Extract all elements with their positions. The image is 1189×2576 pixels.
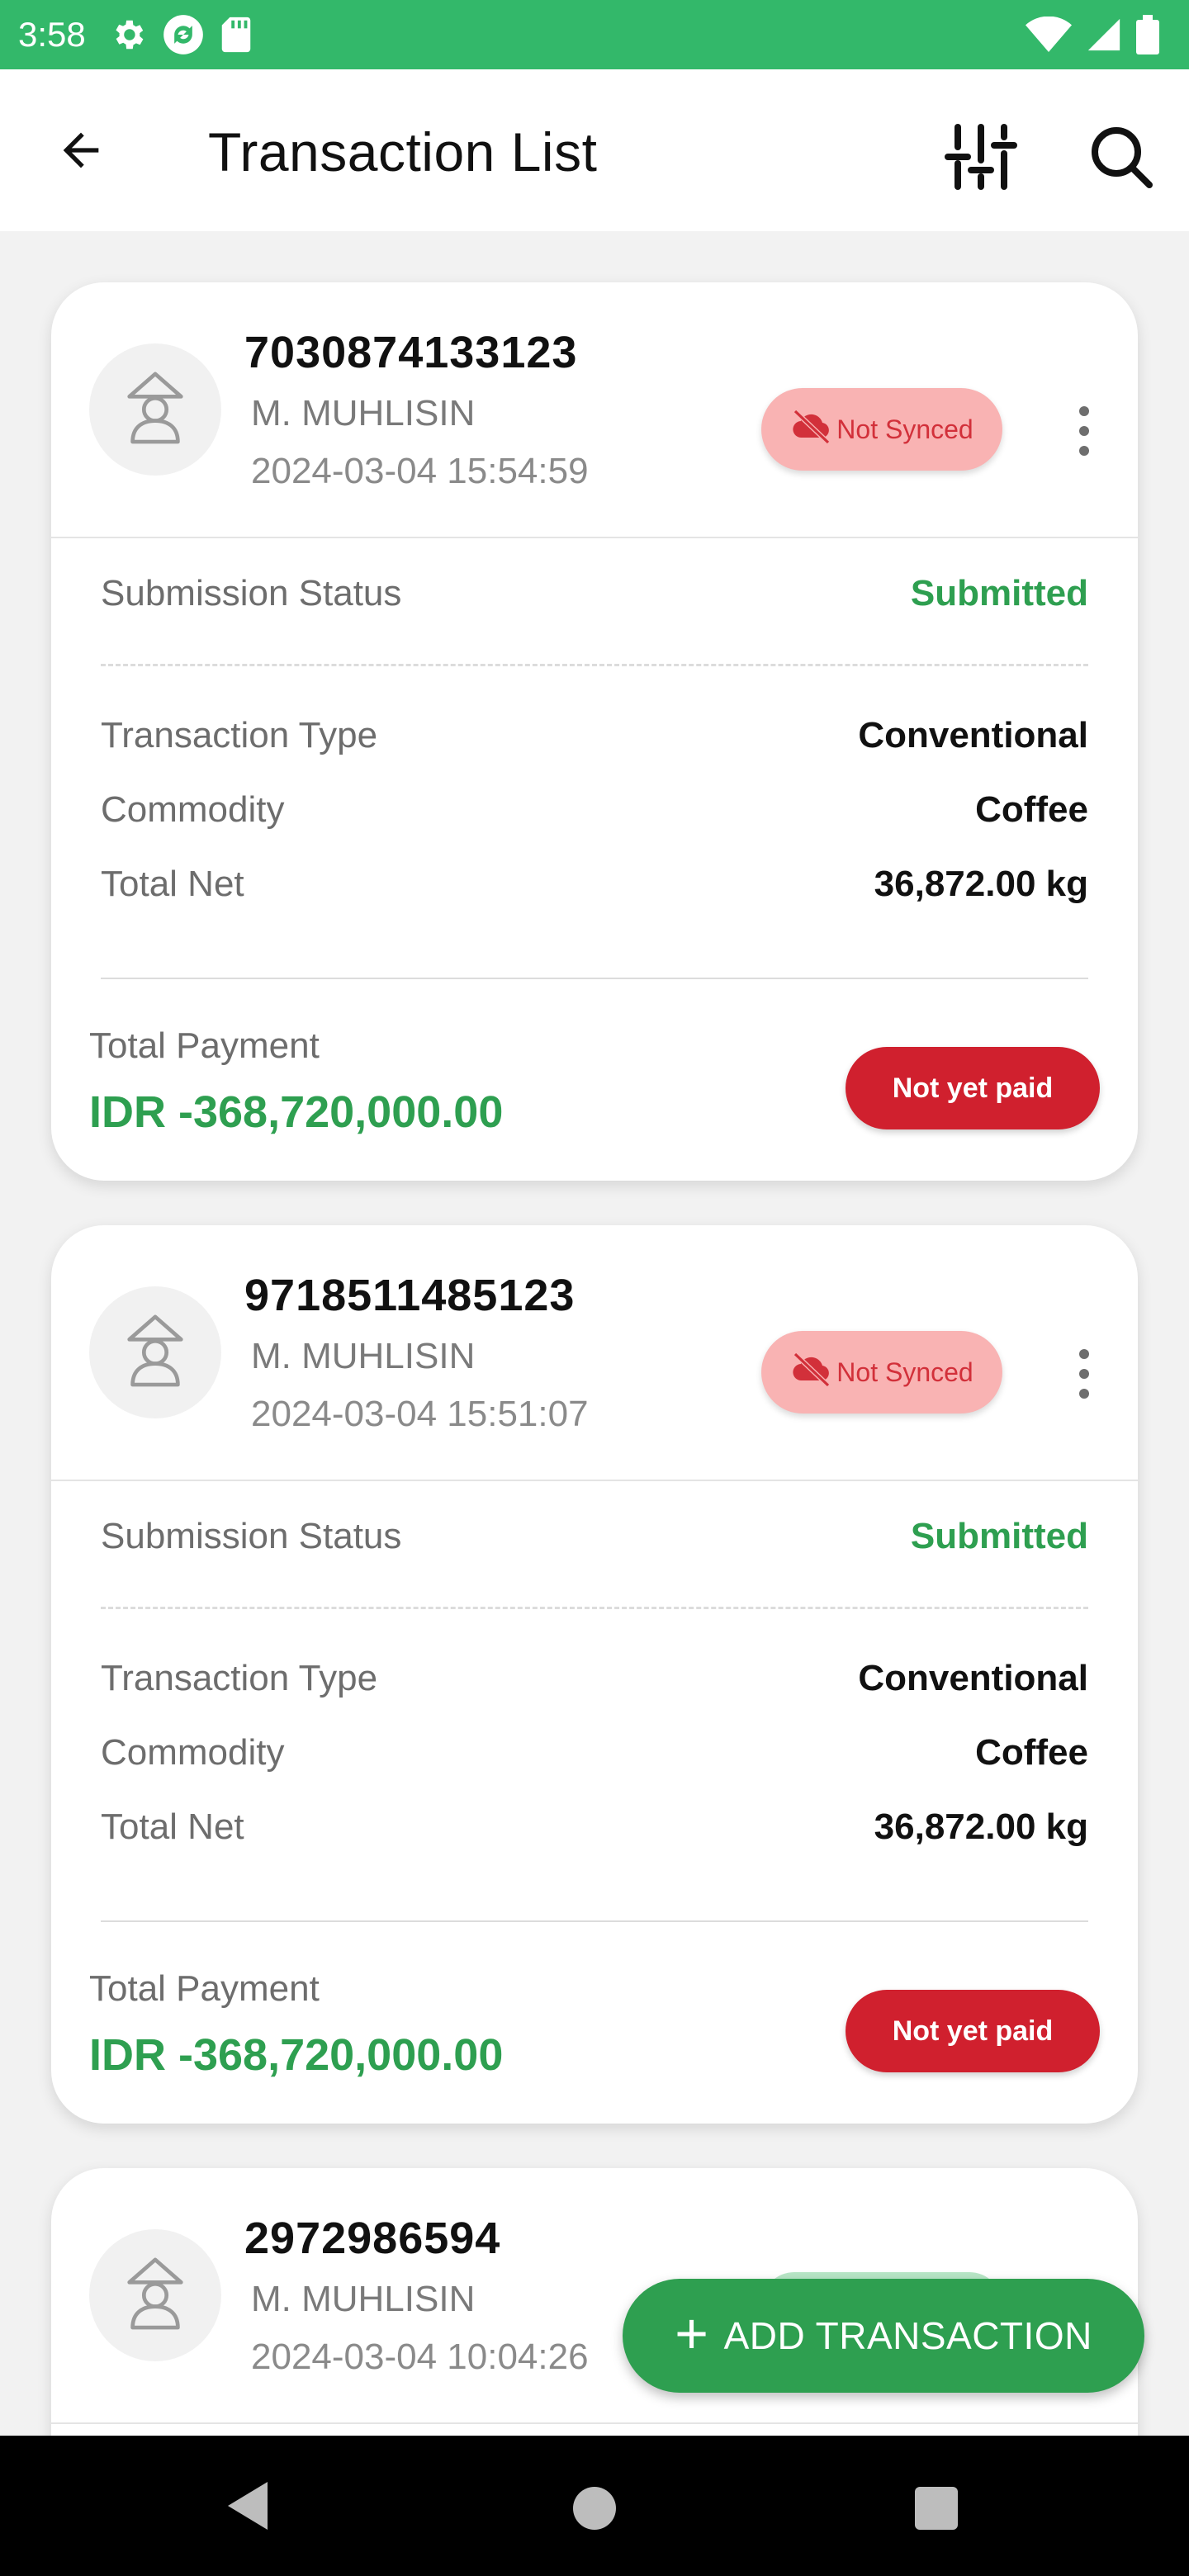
transaction-type-row: Transaction Type Conventional [101,1658,1088,1699]
commodity-row: Commodity Coffee [101,1732,1088,1773]
transaction-type-label: Transaction Type [101,1658,378,1698]
transaction-date: 2024-03-04 10:04:26 [251,2337,589,2377]
filter-button[interactable] [941,119,1021,198]
search-button[interactable] [1082,119,1161,198]
sync-status-label: Not Synced [836,1357,973,1387]
transaction-id: 7030874133123 [244,328,578,377]
total-payment-label: Total Payment [89,1025,320,1066]
total-payment-value: IDR -368,720,000.00 [89,1087,504,1137]
signal-icon [1085,16,1123,54]
system-nav-bar [0,2436,1189,2576]
back-button[interactable] [46,117,116,187]
transaction-date: 2024-03-04 15:54:59 [251,451,589,491]
submission-status-value: Submitted [910,1516,1088,1556]
nav-back-icon[interactable] [225,2480,271,2536]
more-options-icon[interactable] [1063,1341,1105,1407]
submission-status-row: Submission Status Submitted [101,1516,1088,1557]
transaction-id: 2972986594 [244,2214,501,2263]
payment-status-button[interactable]: Not yet paid [846,1990,1100,2072]
sync-icon [162,13,205,56]
add-transaction-button[interactable]: + ADD TRANSACTION [623,2279,1144,2393]
avatar [89,2229,221,2361]
transaction-type-value: Conventional [858,1658,1088,1698]
total-net-label: Total Net [101,864,244,904]
divider [101,1607,1088,1609]
payment-status-button[interactable]: Not yet paid [846,1047,1100,1129]
transaction-type-value: Conventional [858,715,1088,755]
sd-card-icon [220,16,253,54]
divider [101,978,1088,979]
transaction-type-row: Transaction Type Conventional [101,715,1088,756]
total-net-value: 36,872.00 kg [874,1807,1088,1847]
commodity-label: Commodity [101,1732,285,1773]
submission-status-label: Submission Status [101,573,402,613]
commodity-row: Commodity Coffee [101,789,1088,831]
farmer-name: M. MUHLISIN [251,393,476,433]
submission-status-label: Submission Status [101,1516,402,1556]
divider [101,1920,1088,1922]
avatar [89,343,221,476]
farmer-name: M. MUHLISIN [251,1336,476,1376]
app-bar: Transaction List [0,69,1189,231]
sync-status-badge: Not Synced [761,388,1002,471]
cloud-off-icon [790,408,833,451]
search-icon [1088,124,1154,194]
transaction-date: 2024-03-04 15:51:07 [251,1394,589,1434]
gear-icon [109,16,147,54]
avatar [89,1286,221,1418]
farmer-icon [122,1314,188,1392]
more-options-icon[interactable] [1063,398,1105,464]
card-header: 9718511485123 M. MUHLISIN 2024-03-04 15:… [51,1225,1138,1481]
page-title: Transaction List [208,121,598,182]
farmer-name: M. MUHLISIN [251,2279,476,2319]
nav-home-icon[interactable] [573,2487,616,2530]
farmer-icon [122,371,188,449]
sync-status-label: Not Synced [836,414,973,444]
transaction-card[interactable]: 9718511485123 M. MUHLISIN 2024-03-04 15:… [51,1225,1138,2124]
sliders-icon [945,123,1017,194]
transaction-type-label: Transaction Type [101,715,378,755]
add-transaction-label: ADD TRANSACTION [723,2314,1092,2357]
total-payment-value: IDR -368,720,000.00 [89,2030,504,2080]
cloud-off-icon [790,1351,833,1394]
sync-status-badge: Not Synced [761,1331,1002,1413]
nav-recents-icon[interactable] [915,2487,958,2530]
status-time: 3:58 [18,15,86,54]
arrow-left-icon [54,124,107,181]
battery-icon [1136,15,1159,54]
plus-icon: + [675,2301,709,2365]
commodity-value: Coffee [975,1732,1088,1773]
transaction-id: 9718511485123 [244,1271,576,1320]
transaction-list: 7030874133123 M. MUHLISIN 2024-03-04 15:… [0,231,1189,2436]
total-net-value: 36,872.00 kg [874,864,1088,904]
farmer-icon [122,2256,188,2335]
card-header: 7030874133123 M. MUHLISIN 2024-03-04 15:… [51,282,1138,538]
commodity-value: Coffee [975,789,1088,830]
divider [101,664,1088,666]
wifi-icon [1026,17,1072,53]
status-bar: 3:58 [0,0,1189,69]
transaction-card[interactable]: 7030874133123 M. MUHLISIN 2024-03-04 15:… [51,282,1138,1181]
commodity-label: Commodity [101,789,285,830]
total-net-row: Total Net 36,872.00 kg [101,1807,1088,1848]
total-net-label: Total Net [101,1807,244,1847]
total-net-row: Total Net 36,872.00 kg [101,864,1088,905]
submission-status-value: Submitted [910,573,1088,613]
total-payment-label: Total Payment [89,1968,320,2009]
submission-status-row: Submission Status Submitted [101,573,1088,614]
